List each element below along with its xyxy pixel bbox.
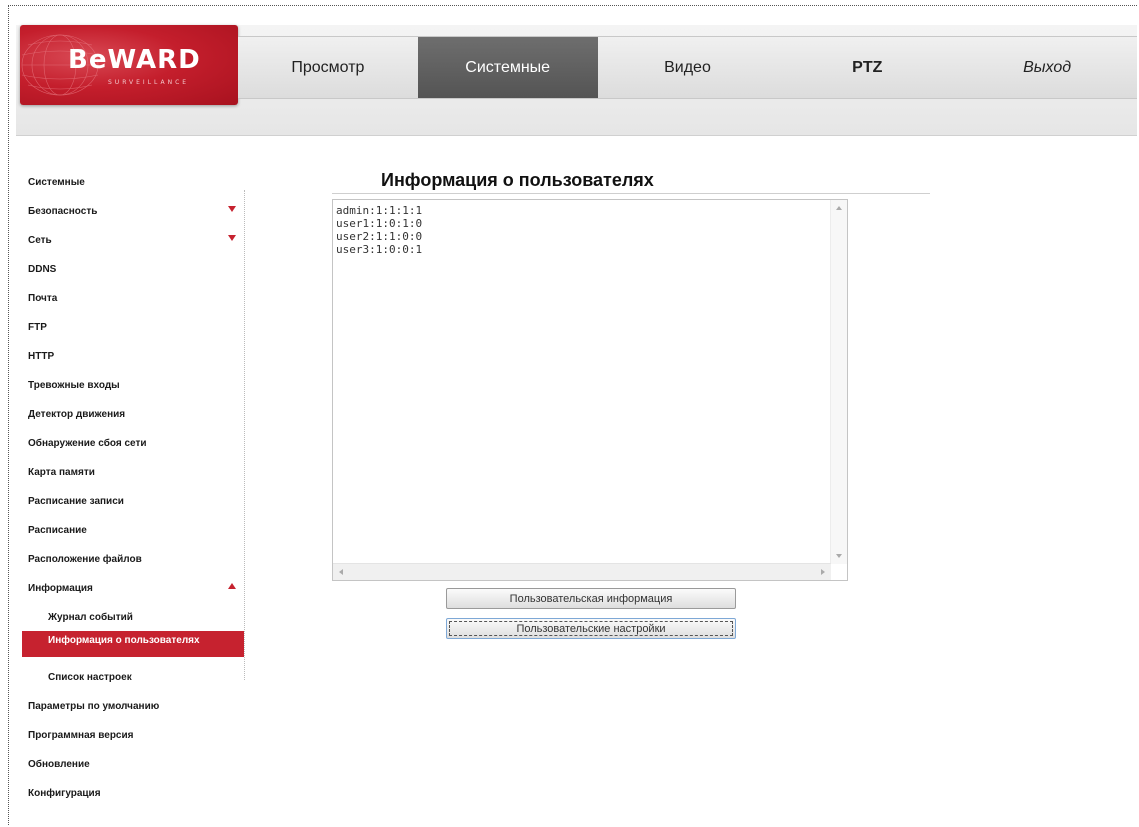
sidebar-item-motion-detector[interactable]: Детектор движения xyxy=(22,404,244,424)
sidebar-item-http[interactable]: HTTP xyxy=(22,346,244,366)
sidebar-item-security[interactable]: Безопасность xyxy=(22,201,244,221)
sidebar-item-network[interactable]: Сеть xyxy=(22,230,244,250)
sidebar-item-file-location[interactable]: Расположение файлов xyxy=(22,549,244,569)
scroll-up-icon[interactable] xyxy=(836,206,842,210)
sidebar-item-label: Карта памяти xyxy=(28,466,95,478)
scroll-left-icon[interactable] xyxy=(339,569,343,575)
sidebar-item-mail[interactable]: Почта xyxy=(22,288,244,308)
sidebar-item-label: Журнал событий xyxy=(48,611,133,623)
vertical-scrollbar[interactable] xyxy=(830,200,847,564)
sidebar-item-label: Расписание xyxy=(28,524,87,536)
sidebar-item-information[interactable]: Информация xyxy=(22,578,244,598)
nav-tab-video[interactable]: Видео xyxy=(598,37,778,98)
chevron-down-icon xyxy=(228,206,236,212)
sidebar-item-label: Сеть xyxy=(28,234,52,246)
scrollbar-corner xyxy=(831,564,847,580)
sidebar-item-defaults[interactable]: Параметры по умолчанию xyxy=(22,696,244,716)
sidebar-item-event-log[interactable]: Журнал событий xyxy=(22,607,244,627)
sidebar-item-label: Расписание записи xyxy=(28,495,124,507)
sidebar-item-label: Параметры по умолчанию xyxy=(28,700,160,712)
logo-text: BeWARD xyxy=(68,45,201,75)
scroll-right-icon[interactable] xyxy=(821,569,825,575)
sidebar-item-alarm-inputs[interactable]: Тревожные входы xyxy=(22,375,244,395)
sidebar-item-label: Информация xyxy=(28,582,93,594)
title-underline xyxy=(332,193,930,194)
sidebar-item-label: Детектор движения xyxy=(28,408,126,420)
sidebar-item-label: Обновление xyxy=(28,758,90,770)
sidebar-item-system[interactable]: Системные xyxy=(22,172,244,192)
nav-tab-logout[interactable]: Выход xyxy=(957,37,1137,98)
nav-tab-ptz[interactable]: PTZ xyxy=(777,37,957,98)
page-title: Информация о пользователях xyxy=(381,170,654,190)
users-textarea[interactable]: admin:1:1:1:1 user1:1:0:1:0 user2:1:1:0:… xyxy=(332,199,848,581)
sidebar-item-network-failure[interactable]: Обнаружение сбоя сети xyxy=(22,433,244,453)
sidebar-item-label: Программная версия xyxy=(28,729,134,741)
users-text: admin:1:1:1:1 user1:1:0:1:0 user2:1:1:0:… xyxy=(336,204,423,256)
sidebar-item-user-info[interactable]: Информация о пользователях xyxy=(22,631,244,657)
sidebar-item-settings-list[interactable]: Список настроек xyxy=(22,667,244,687)
nav-tab-view[interactable]: Просмотр xyxy=(238,37,418,98)
sidebar-item-label: Список настроек xyxy=(48,671,132,683)
sidebar-item-configuration[interactable]: Конфигурация xyxy=(22,783,244,803)
sidebar-item-label: Обнаружение сбоя сети xyxy=(28,437,147,449)
sidebar-item-schedule[interactable]: Расписание xyxy=(22,520,244,540)
horizontal-scrollbar[interactable] xyxy=(333,563,831,580)
sidebar-item-label: Расположение файлов xyxy=(28,553,142,565)
sidebar-item-ddns[interactable]: DDNS xyxy=(22,259,244,279)
sidebar-item-label: Тревожные входы xyxy=(28,379,120,391)
sidebar-item-label: Конфигурация xyxy=(28,787,101,799)
sidebar-item-label: Информация о пользователях xyxy=(48,635,200,646)
sidebar-item-ftp[interactable]: FTP xyxy=(22,317,244,337)
sidebar-item-label: Почта xyxy=(28,292,58,304)
chevron-up-icon xyxy=(228,583,236,589)
sidebar-item-label: Безопасность xyxy=(28,205,98,217)
sidebar-item-memory-card[interactable]: Карта памяти xyxy=(22,462,244,482)
logo-subtext: SURVEILLANCE xyxy=(108,79,190,86)
chevron-down-icon xyxy=(228,235,236,241)
sidebar-item-firmware-version[interactable]: Программная версия xyxy=(22,725,244,745)
sidebar-item-update[interactable]: Обновление xyxy=(22,754,244,774)
scroll-down-icon[interactable] xyxy=(836,554,842,558)
sidebar-item-label: Системные xyxy=(28,176,85,188)
sidebar-item-record-schedule[interactable]: Расписание записи xyxy=(22,491,244,511)
sidebar-divider xyxy=(244,190,245,680)
user-settings-button[interactable]: Пользовательские настройки xyxy=(446,618,736,639)
sidebar-item-label: FTP xyxy=(28,321,47,333)
top-nav: Просмотр Системные Видео PTZ Выход xyxy=(238,36,1137,99)
sidebar-item-label: HTTP xyxy=(28,350,55,362)
nav-tab-system[interactable]: Системные xyxy=(417,37,598,98)
sidebar-item-label: DDNS xyxy=(28,263,57,275)
beward-logo-icon[interactable]: BeWARD SURVEILLANCE xyxy=(20,25,238,105)
user-info-button[interactable]: Пользовательская информация xyxy=(446,588,736,609)
